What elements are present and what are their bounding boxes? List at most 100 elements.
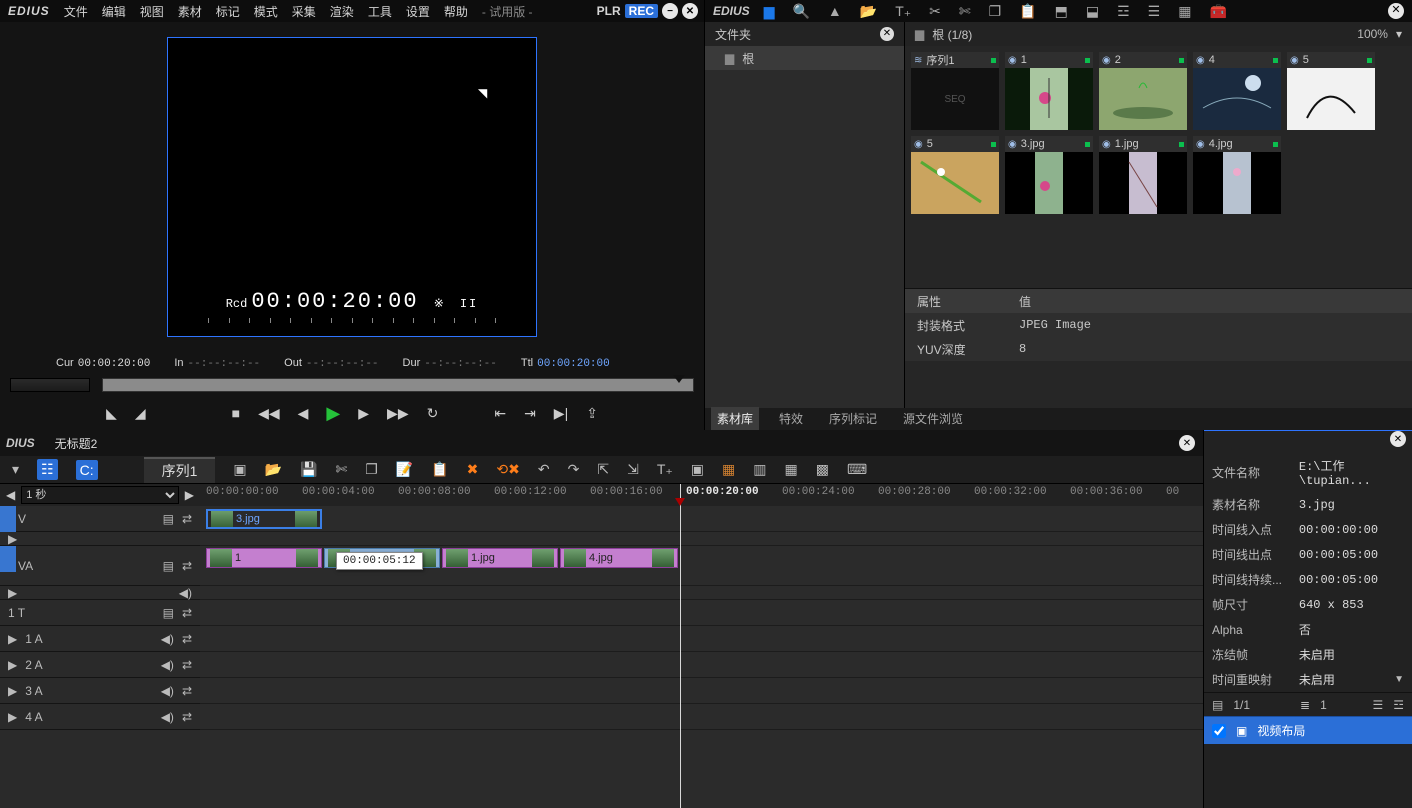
undo-icon[interactable]: ↶ [538, 461, 550, 478]
track-2a[interactable] [200, 652, 1203, 678]
clear-folder-button[interactable]: ✕ [880, 27, 894, 41]
stop-button[interactable]: ■ [232, 405, 240, 421]
next-edit-button[interactable]: ⇥ [524, 405, 536, 422]
paste-note-icon[interactable]: 📝 [396, 461, 413, 478]
folder-root[interactable]: ▆ 根 [705, 46, 904, 70]
clip-4jpg[interactable]: 4.jpg [560, 548, 678, 568]
speaker-icon[interactable]: ◀) [161, 710, 174, 724]
copy-icon[interactable]: ❐ [365, 461, 378, 478]
ripple-delete-icon[interactable]: ⟲✖ [496, 461, 519, 478]
speaker-icon[interactable]: ◀) [161, 658, 174, 672]
step-back-button[interactable]: ◀ [298, 405, 309, 422]
grid-2-icon[interactable]: ▦ [784, 461, 797, 478]
set-out-button[interactable]: ◢ [135, 405, 146, 422]
video-layout-row[interactable]: ▣ 视频布局 [1204, 716, 1412, 744]
track-header-1va[interactable]: 1 VA▤⇄ [0, 546, 200, 586]
zoom-level[interactable]: 100% [1357, 27, 1388, 41]
save-icon[interactable]: 💾 [300, 461, 317, 478]
track-4a[interactable] [200, 704, 1203, 730]
loop-button[interactable]: ↻ [427, 405, 439, 422]
film-icon[interactable]: ▤ [163, 606, 174, 620]
grid-3-icon[interactable]: ▩ [816, 461, 829, 478]
expand-icon[interactable]: ▶ [8, 684, 17, 698]
title-tool-icon[interactable]: T₊ [657, 461, 673, 478]
paste-icon[interactable]: 📋 [431, 461, 448, 478]
menu-render[interactable]: 渲染 [330, 3, 354, 20]
track-header-4a[interactable]: ▶4 A◀)⇄ [0, 704, 200, 730]
menu-edit[interactable]: 编辑 [102, 3, 126, 20]
zoom-select[interactable]: 1 秒 [21, 486, 179, 504]
clip-3jpg[interactable]: 3.jpg [206, 509, 322, 529]
marker-in-icon[interactable]: ⇱ [597, 461, 609, 478]
menu-mode[interactable]: 模式 [254, 3, 278, 20]
tab-effects[interactable]: 特效 [773, 407, 809, 430]
clip-item[interactable]: ◉3.jpg [1005, 136, 1093, 214]
track-header-2a[interactable]: ▶2 A◀)⇄ [0, 652, 200, 678]
sequence-tab[interactable]: 序列1 [144, 457, 216, 483]
clip-1jpg[interactable]: 1.jpg [442, 548, 558, 568]
cut-icon[interactable]: ✄ [336, 461, 348, 478]
track-1a[interactable] [200, 626, 1203, 652]
speaker-icon[interactable]: ◀) [161, 632, 174, 646]
grid-icon[interactable]: ▦ [1178, 3, 1191, 20]
link-icon[interactable]: ⇄ [182, 710, 192, 724]
track-header-3a[interactable]: ▶3 A◀)⇄ [0, 678, 200, 704]
menu-view[interactable]: 视图 [140, 3, 164, 20]
track-2v[interactable]: 3.jpg [200, 506, 1203, 532]
clip-item[interactable]: ◉5 [1287, 52, 1375, 130]
link-icon[interactable]: ⇄ [182, 559, 192, 573]
redo-icon[interactable]: ↷ [568, 461, 580, 478]
prev-track-icon[interactable]: ◀ [6, 488, 15, 502]
clip-item[interactable]: ◉4.jpg [1193, 136, 1281, 214]
track-1va[interactable]: 1 1.jpg 4.jpg 00:00:05:12 [200, 546, 1203, 586]
tab-markers[interactable]: 序列标记 [823, 407, 883, 430]
export-button[interactable]: ⇪ [586, 405, 598, 422]
step-fwd-button[interactable]: ▶ [358, 405, 369, 422]
title-icon[interactable]: T₊ [895, 3, 911, 20]
clip-item[interactable]: ◉5 [911, 136, 999, 214]
search-icon[interactable]: 🔍 [792, 3, 809, 20]
goto-end-button[interactable]: ▶| [554, 405, 568, 422]
info-close-button[interactable]: ✕ [1390, 431, 1406, 447]
expand-icon[interactable]: ▶ [8, 632, 17, 646]
insert-icon[interactable]: ⬒ [1055, 3, 1068, 20]
overlay-icon[interactable]: ⬓ [1086, 3, 1099, 20]
expand-icon[interactable]: ▶ [8, 532, 17, 546]
speaker-icon[interactable]: ◀) [161, 684, 174, 698]
timeline-tracks[interactable]: 00:00:00:00 00:00:04:00 00:00:08:00 00:0… [200, 484, 1203, 808]
layout-checkbox[interactable] [1212, 724, 1226, 738]
effect-b-icon[interactable]: ▦ [722, 461, 735, 478]
zoom-down-icon[interactable]: ▾ [12, 461, 19, 478]
track-header-2v[interactable]: 2 V▤⇄ [0, 506, 200, 532]
expand-icon[interactable]: ▶ [8, 586, 17, 600]
menu-marker[interactable]: 标记 [216, 3, 240, 20]
layers-icon[interactable]: ☲ [1117, 3, 1130, 20]
menu-capture[interactable]: 采集 [292, 3, 316, 20]
open-icon[interactable]: 📂 [860, 3, 877, 20]
menu-help[interactable]: 帮助 [444, 3, 468, 20]
minimize-button[interactable]: − [662, 3, 678, 19]
clip-item[interactable]: ◉1 [1005, 52, 1093, 130]
zoom-dropdown-icon[interactable]: ▾ [1396, 27, 1402, 41]
mode-a-button[interactable]: ☷ [37, 459, 58, 480]
list-icon[interactable]: ☰ [1372, 698, 1383, 712]
playhead[interactable] [680, 484, 681, 808]
link-icon[interactable]: ⇄ [182, 658, 192, 672]
film-icon[interactable]: ▤ [163, 559, 174, 573]
mode-b-button[interactable]: C: [76, 460, 98, 480]
link-icon[interactable]: ⇄ [182, 632, 192, 646]
effect-a-icon[interactable]: ▣ [691, 461, 704, 478]
clip-item[interactable]: ◉1.jpg [1099, 136, 1187, 214]
preview-monitor[interactable]: ◥ Rcd00:00:20:00 ※ II [167, 37, 537, 337]
play-button[interactable]: ▶ [326, 403, 340, 424]
tab-source[interactable]: 源文件浏览 [897, 407, 969, 430]
ffwd-button[interactable]: ▶▶ [387, 405, 409, 422]
menu-clip[interactable]: 素材 [178, 3, 202, 20]
timeline-close-button[interactable]: ✕ [1179, 435, 1195, 451]
track-1t[interactable] [200, 600, 1203, 626]
marker-out-icon[interactable]: ⇲ [627, 461, 639, 478]
scrub-bar[interactable] [0, 374, 704, 396]
clip-item[interactable]: ≋序列1 SEQ [911, 52, 999, 130]
bin-close-button[interactable]: ✕ [1388, 3, 1404, 19]
expand-icon[interactable]: ▶ [8, 710, 17, 724]
